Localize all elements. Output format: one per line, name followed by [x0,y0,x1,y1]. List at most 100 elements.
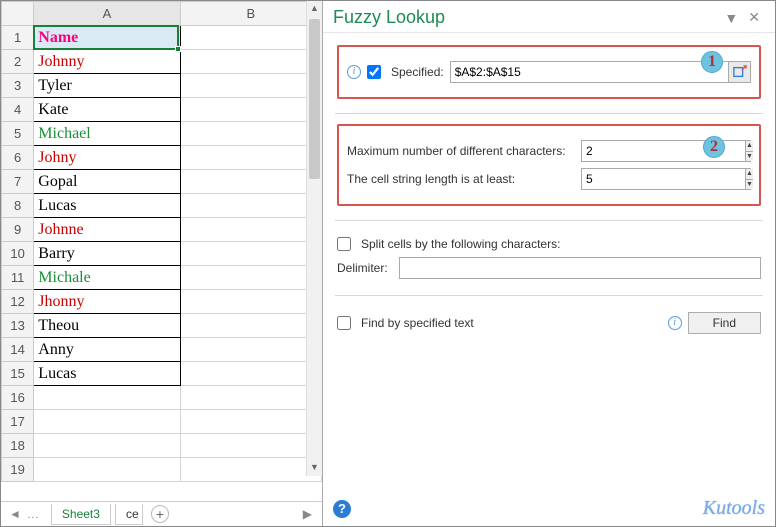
pane-footer: ? Kutools [323,493,775,526]
range-picker-button[interactable] [728,62,750,82]
row-header[interactable]: 5 [2,122,34,146]
help-button[interactable]: ? [333,500,351,518]
row-header[interactable]: 7 [2,170,34,194]
cell[interactable] [180,242,321,266]
min-len-spin-down-icon[interactable]: ▼ [746,180,753,190]
row-header[interactable]: 1 [2,26,34,50]
cell[interactable]: Theou [34,314,180,338]
cell[interactable] [34,410,180,434]
row-header[interactable]: 15 [2,362,34,386]
col-header-A[interactable]: A [34,2,180,26]
findtext-checkbox[interactable] [337,316,351,330]
cell[interactable] [34,386,180,410]
spreadsheet-grid[interactable]: A B 1Name2Johnny3Tyler4Kate5Michael6John… [1,1,322,501]
find-button[interactable]: Find [688,312,761,334]
cell[interactable]: Name [34,26,180,50]
cell[interactable]: Kate [34,98,180,122]
cell[interactable] [180,122,321,146]
max-diff-spin-up-icon[interactable]: ▲ [746,141,753,152]
cell[interactable]: Johnny [34,50,180,74]
cell[interactable]: Barry [34,242,180,266]
split-label: Split cells by the following characters: [361,237,560,251]
row-header[interactable]: 19 [2,458,34,482]
cell[interactable] [180,362,321,386]
cell[interactable] [180,218,321,242]
add-sheet-button[interactable]: + [151,505,169,523]
split-checkbox[interactable] [337,237,351,251]
min-len-input[interactable] [582,169,745,189]
row-header[interactable]: 11 [2,266,34,290]
min-len-spin-up-icon[interactable]: ▲ [746,169,753,180]
callout-2: 2 Maximum number of different characters… [337,124,761,206]
cell[interactable] [180,290,321,314]
cell[interactable] [180,50,321,74]
sheet-tab-next[interactable]: ce [115,504,143,525]
tab-nav-more-icon[interactable]: … [27,507,39,521]
cell[interactable]: Johny [34,146,180,170]
section-split: Split cells by the following characters:… [335,220,763,295]
cell[interactable] [180,338,321,362]
min-len-label: The cell string length is at least: [347,172,575,186]
row-header[interactable]: 8 [2,194,34,218]
cell[interactable] [180,314,321,338]
cell[interactable] [34,434,180,458]
pane-title: Fuzzy Lookup [333,7,719,28]
delimiter-input[interactable] [399,257,761,279]
row-header[interactable]: 2 [2,50,34,74]
delimiter-label: Delimiter: [337,261,393,275]
cell[interactable] [180,410,321,434]
row-header[interactable]: 12 [2,290,34,314]
scroll-up-icon[interactable]: ▲ [307,1,322,17]
row-header[interactable]: 14 [2,338,34,362]
row-header[interactable]: 9 [2,218,34,242]
max-diff-spin-down-icon[interactable]: ▼ [746,152,753,162]
pane-body: 1 i Specified: [323,33,775,493]
row-header[interactable]: 4 [2,98,34,122]
range-input[interactable] [451,62,728,82]
cell[interactable]: Michael [34,122,180,146]
specified-checkbox[interactable] [367,65,381,79]
cell[interactable]: Lucas [34,362,180,386]
cell[interactable]: Gopal [34,170,180,194]
info-icon[interactable]: i [668,316,682,330]
select-all-corner[interactable] [2,2,34,26]
cell[interactable]: Michale [34,266,180,290]
row-header[interactable]: 13 [2,314,34,338]
cell[interactable]: Anny [34,338,180,362]
fuzzy-lookup-pane: Fuzzy Lookup ▼ ✕ 1 i Specified: [323,1,775,526]
cell[interactable] [180,26,321,50]
row-header[interactable]: 10 [2,242,34,266]
row-header[interactable]: 17 [2,410,34,434]
row-header[interactable]: 3 [2,74,34,98]
info-icon[interactable]: i [347,65,361,79]
row-header[interactable]: 6 [2,146,34,170]
row-header[interactable]: 16 [2,386,34,410]
cell[interactable] [180,434,321,458]
cell[interactable]: Johnne [34,218,180,242]
col-header-B[interactable]: B [180,2,321,26]
cell[interactable]: Jhonny [34,290,180,314]
vertical-scrollbar[interactable]: ▲ ▼ [306,1,322,476]
row-header[interactable]: 18 [2,434,34,458]
cell[interactable] [180,194,321,218]
pane-close-icon[interactable]: ✕ [743,9,765,26]
sheet-tab-active[interactable]: Sheet3 [51,504,111,525]
hscroll-right-icon[interactable]: ▶ [297,507,318,521]
cell[interactable] [34,458,180,482]
tab-nav-first-icon[interactable]: ◄ [9,507,21,521]
cell[interactable] [180,146,321,170]
pane-dropdown-icon[interactable]: ▼ [719,10,743,26]
cell[interactable] [180,170,321,194]
cell[interactable]: Tyler [34,74,180,98]
cell[interactable] [180,266,321,290]
cell[interactable] [180,98,321,122]
section-params: 2 Maximum number of different characters… [335,113,763,220]
cell[interactable]: Lucas [34,194,180,218]
callout-1: 1 i Specified: [337,45,761,99]
scroll-thumb[interactable] [309,19,320,179]
fill-handle[interactable] [175,46,181,52]
cell[interactable] [180,74,321,98]
scroll-down-icon[interactable]: ▼ [307,460,322,476]
cell[interactable] [180,386,321,410]
cell[interactable] [180,458,321,482]
